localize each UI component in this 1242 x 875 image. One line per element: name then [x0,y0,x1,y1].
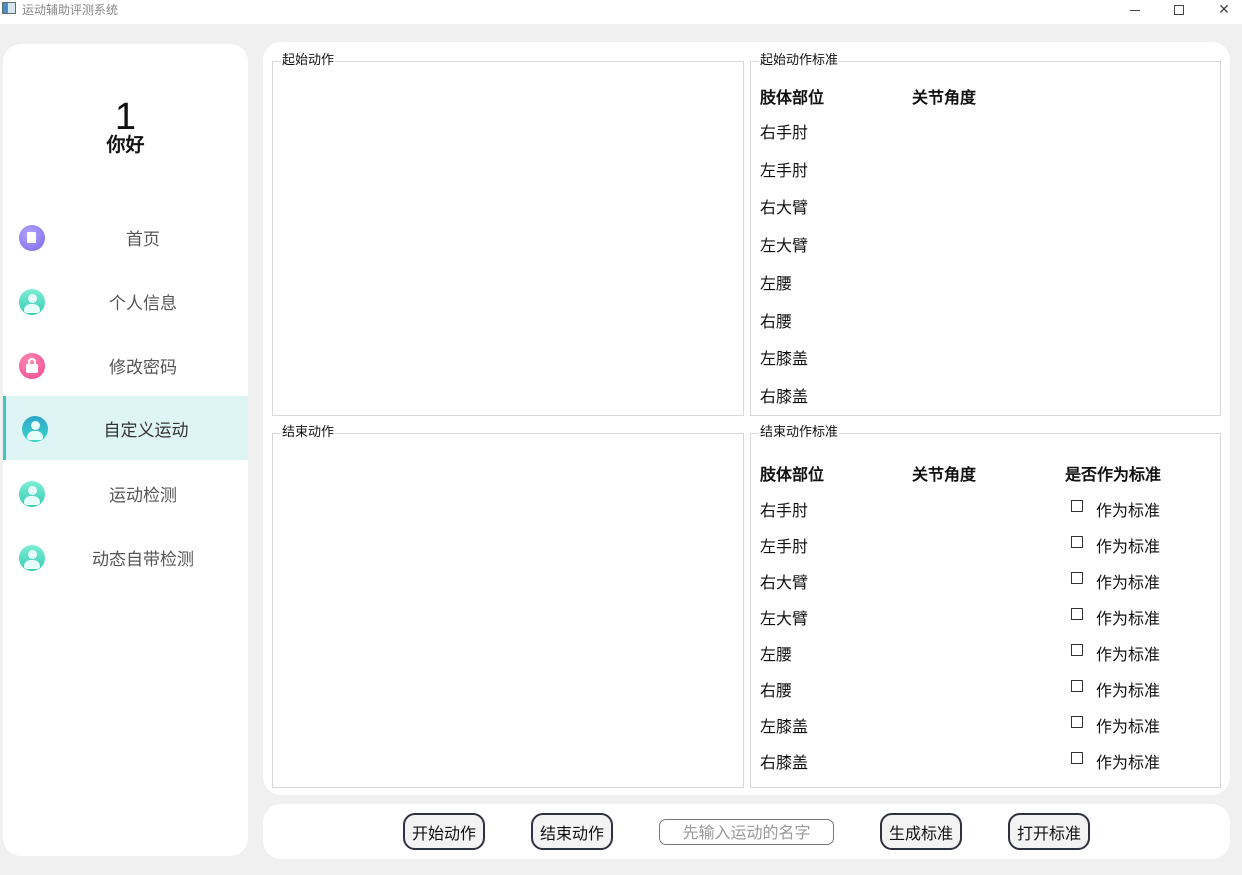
list-item: 左大臂 [760,609,809,628]
close-button[interactable]: ✕ [1202,0,1242,20]
checkbox-label[interactable]: 作为标准 [1096,569,1160,593]
sidebar-item-label: 首页 [126,229,160,250]
user-icon [22,416,48,442]
standard-checkbox[interactable] [1071,680,1083,692]
group-title: 结束动作标准 [759,425,840,441]
header-joint-angle: 关节角度 [912,88,977,107]
document-icon [19,225,45,251]
header-body-part: 肢体部位 [760,465,825,484]
list-item: 右膝盖 [760,387,809,406]
minimize-button[interactable] [1113,0,1157,20]
sidebar-item-home[interactable]: 首页 [3,205,248,269]
start-standard-group: 起始动作标准 肢体部位 关节角度 右手肘 左手肘 右大臂 左大臂 左腰 右腰 左… [750,53,1221,416]
start-action-button[interactable]: 开始动作 [403,813,485,850]
header-as-standard: 是否作为标准 [1065,465,1162,484]
start-action-group: 起始动作 [272,53,744,416]
sidebar-item-dynamic-detection[interactable]: 动态自带检测 [3,525,248,589]
list-item: 右手肘 [760,123,809,142]
sidebar-item-custom-exercise[interactable]: 自定义运动 [3,396,248,460]
end-standard-group: 结束动作标准 肢体部位 关节角度 是否作为标准 右手肘 作为标准 左手肘 作为标… [750,425,1221,788]
exercise-name-input[interactable] [659,819,834,845]
maximize-button[interactable] [1157,0,1201,20]
standard-checkbox[interactable] [1071,608,1083,620]
sidebar-item-change-password[interactable]: 修改密码 [3,333,248,397]
generate-standard-button[interactable]: 生成标准 [880,813,962,850]
checkbox-label[interactable]: 作为标准 [1096,713,1160,737]
greeting: 你好 [106,134,145,156]
end-action-group: 结束动作 [272,425,744,788]
list-item: 右手肘 [760,501,809,520]
title-bar: 运动辅助评测系统 ✕ [0,0,1242,24]
standard-checkbox[interactable] [1071,716,1083,728]
list-item: 左手肘 [760,161,809,180]
list-item: 左大臂 [760,236,809,255]
sidebar-item-label: 自定义运动 [103,420,189,441]
group-title: 起始动作标准 [759,53,840,69]
sidebar-item-label: 修改密码 [109,357,177,378]
list-item: 左膝盖 [760,717,809,736]
user-icon [19,289,45,315]
sidebar-item-exercise-detection[interactable]: 运动检测 [3,461,248,525]
list-item: 右膝盖 [760,753,809,772]
standard-checkbox[interactable] [1071,572,1083,584]
standard-checkbox[interactable] [1071,500,1083,512]
app-icon [2,2,16,14]
standard-checkbox[interactable] [1071,644,1083,656]
checkbox-label[interactable]: 作为标准 [1096,497,1160,521]
list-item: 右大臂 [760,573,809,592]
standard-checkbox[interactable] [1071,536,1083,548]
list-item: 右腰 [760,312,793,331]
checkbox-label[interactable]: 作为标准 [1096,533,1160,557]
sidebar-item-label: 运动检测 [109,485,177,506]
list-item: 左膝盖 [760,349,809,368]
list-item: 左腰 [760,645,793,664]
header-joint-angle: 关节角度 [912,465,977,484]
sidebar-item-personal-info[interactable]: 个人信息 [3,269,248,333]
list-item: 右大臂 [760,198,809,217]
list-item: 左腰 [760,274,793,293]
sidebar: 1 你好 首页 个人信息 修改密码 自定义运动 运动检测 动态自带检测 [3,44,248,856]
sidebar-item-label: 动态自带检测 [92,549,194,570]
end-action-button[interactable]: 结束动作 [531,813,613,850]
maximize-icon [1174,5,1184,15]
standard-checkbox[interactable] [1071,752,1083,764]
group-title: 结束动作 [281,425,336,441]
checkbox-label[interactable]: 作为标准 [1096,677,1160,701]
close-icon: ✕ [1218,2,1230,18]
checkbox-label[interactable]: 作为标准 [1096,641,1160,665]
user-icon [19,545,45,571]
open-standard-button[interactable]: 打开标准 [1008,813,1090,850]
minimize-icon [1130,9,1140,11]
list-item: 右腰 [760,681,793,700]
lock-icon [19,353,45,379]
group-title: 起始动作 [281,53,336,69]
list-item: 左手肘 [760,537,809,556]
sidebar-item-label: 个人信息 [109,293,177,314]
window-title: 运动辅助评测系统 [22,3,119,17]
checkbox-label[interactable]: 作为标准 [1096,605,1160,629]
user-icon [19,481,45,507]
checkbox-label[interactable]: 作为标准 [1096,749,1160,773]
header-body-part: 肢体部位 [760,88,825,107]
